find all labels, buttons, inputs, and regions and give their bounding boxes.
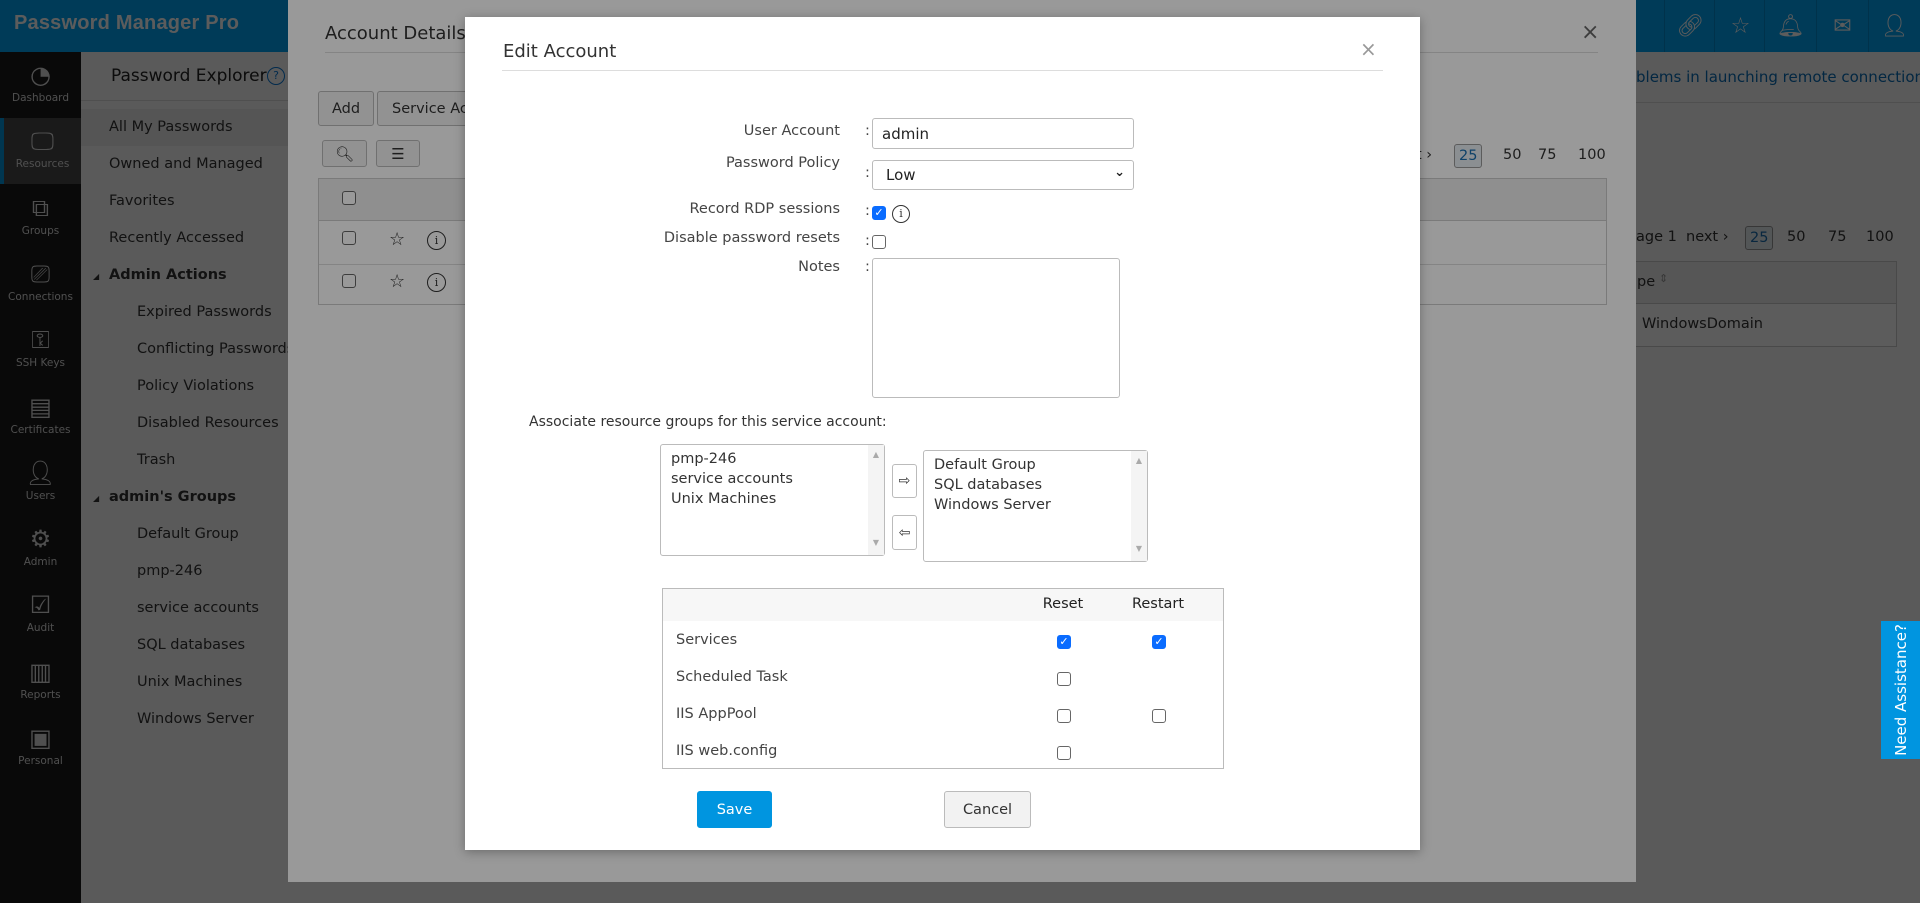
divider: [502, 70, 1383, 71]
disable-password-resets-checkbox[interactable]: [872, 235, 886, 249]
list-option[interactable]: SQL databases: [934, 475, 1137, 495]
colon: :: [865, 259, 870, 275]
need-assistance-tab[interactable]: Need Assistance?: [1881, 621, 1920, 759]
scrollbar[interactable]: ▲ ▼: [868, 445, 884, 555]
notes-label: Notes: [798, 259, 840, 275]
user-account-input[interactable]: admin: [872, 118, 1134, 149]
table-row: IIS web.config: [663, 739, 1223, 769]
column-header-reset: Reset: [1042, 596, 1084, 612]
password-policy-select[interactable]: Low ⌄: [872, 160, 1134, 190]
row-label: Services: [676, 632, 738, 648]
service-options-table: Reset Restart Services ✓ ✓ Scheduled Task II…: [662, 588, 1224, 769]
row-label: IIS AppPool: [676, 706, 757, 722]
colon: :: [865, 203, 870, 219]
row-label: IIS web.config: [676, 743, 778, 759]
dialog-title: Edit Account: [503, 41, 617, 62]
selected-policy: Low: [886, 166, 916, 184]
user-account-label: User Account: [743, 123, 840, 139]
notes-textarea[interactable]: [872, 258, 1120, 398]
colon: :: [865, 233, 870, 249]
move-right-button[interactable]: ⇨: [892, 464, 917, 498]
restart-checkbox[interactable]: ✓: [1152, 635, 1166, 649]
list-option[interactable]: Windows Server: [934, 495, 1137, 515]
reset-checkbox[interactable]: [1057, 746, 1071, 760]
move-left-button[interactable]: ⇦: [892, 515, 917, 550]
restart-checkbox[interactable]: [1152, 709, 1166, 723]
reset-checkbox[interactable]: [1057, 709, 1071, 723]
colon: :: [865, 123, 870, 139]
colon: :: [865, 165, 870, 181]
table-row: IIS AppPool: [663, 702, 1223, 732]
list-option[interactable]: pmp-246: [671, 449, 874, 469]
row-label: Scheduled Task: [676, 669, 788, 685]
table-row: Services ✓ ✓: [663, 628, 1223, 658]
close-icon[interactable]: ×: [1360, 37, 1377, 61]
associate-groups-label: Associate resource groups for this servi…: [529, 414, 887, 430]
chevron-down-icon: ⌄: [1114, 165, 1125, 180]
column-header-restart: Restart: [1131, 596, 1185, 612]
disable-password-resets-label: Disable password resets: [663, 230, 840, 246]
password-policy-label: Password Policy: [725, 155, 840, 171]
scrollbar[interactable]: ▲ ▼: [1131, 451, 1147, 561]
list-option[interactable]: service accounts: [671, 469, 874, 489]
edit-account-dialog: Edit Account × User Account : admin Pass…: [465, 17, 1420, 850]
cancel-button[interactable]: Cancel: [944, 791, 1031, 828]
selected-groups-list[interactable]: ▲ ▼ Default Group SQL databases Windows Serv…: [923, 450, 1148, 562]
record-rdp-label: Record RDP sessions: [689, 201, 840, 217]
list-option[interactable]: Unix Machines: [671, 489, 874, 509]
table-row: Scheduled Task: [663, 665, 1223, 695]
reset-checkbox[interactable]: ✓: [1057, 635, 1071, 649]
available-groups-list[interactable]: ▲ ▼ pmp-246 service accounts Unix Machines: [660, 444, 885, 556]
need-assistance-label: Need Assistance?: [1891, 624, 1910, 756]
reset-checkbox[interactable]: [1057, 672, 1071, 686]
save-button[interactable]: Save: [697, 791, 772, 828]
list-option[interactable]: Default Group: [934, 455, 1137, 475]
record-rdp-checkbox[interactable]: ✓: [872, 206, 886, 220]
info-icon[interactable]: i: [892, 205, 910, 223]
